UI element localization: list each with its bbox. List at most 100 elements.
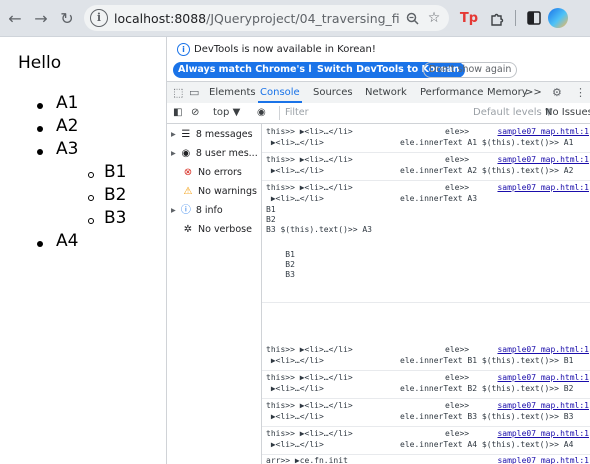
log-line[interactable]: this>> ▶<li>…</li>: [266, 127, 353, 136]
profile-avatar[interactable]: [548, 8, 568, 28]
sidebar-item-label: 8 info: [195, 205, 223, 216]
source-link[interactable]: sample07_map.html:1: [497, 429, 589, 438]
source-link[interactable]: sample07_map.html:1: [497, 401, 589, 410]
log-line[interactable]: this>> ▶<li>…</li>: [266, 183, 353, 192]
log-line[interactable]: this>> ▶<li>…</li>: [266, 429, 353, 438]
sidebar-item-label: No errors: [198, 167, 242, 178]
url-text[interactable]: localhost:8088/JQueryproject/04_traversi…: [114, 11, 399, 26]
more-options-icon[interactable]: ⋮: [575, 82, 586, 103]
verbose-icon: ✲: [183, 224, 193, 235]
reload-icon[interactable]: ↻: [56, 7, 78, 29]
console-sidebar: ▸ ☰ 8 messages ▸ ◉ 8 user mes... ⊗ No error…: [167, 124, 262, 464]
settings-gear-icon[interactable]: ⚙: [552, 82, 562, 103]
sidebar-item-user-messages[interactable]: ▸ ◉ 8 user mes...: [171, 146, 258, 162]
sidebar-item-verbose[interactable]: ✲ No verbose: [181, 222, 252, 238]
circle-bullet: [88, 172, 94, 178]
url-path: /JQueryproject/04_traversing_filtering/s…: [206, 10, 399, 26]
log-line[interactable]: ▶<li>…</li>: [266, 166, 324, 175]
log-line: B1: [266, 205, 276, 214]
zoom-icon[interactable]: [403, 9, 421, 27]
source-link[interactable]: sample07_map.html:1: [497, 456, 589, 464]
console-message: arr>> ▶ce.fn.init sample07_map.html:1: [262, 454, 590, 464]
log-line[interactable]: ▶<li>…</li>: [266, 384, 324, 393]
console-message: this>> ▶<li>…</li> ele>> sample07_map.ht…: [262, 152, 590, 181]
bullet: [37, 126, 43, 132]
log-line[interactable]: this>> ▶<li>…</li>: [266, 401, 353, 410]
console-message: this>> ▶<li>…</li> ele>> sample07_map.ht…: [262, 124, 590, 153]
sidebar-item-messages[interactable]: ▸ ☰ 8 messages: [171, 127, 253, 143]
forward-icon[interactable]: →: [30, 7, 52, 29]
log-line[interactable]: ▶<li>…</li>: [266, 412, 324, 421]
context-selector[interactable]: top ▼: [213, 103, 240, 123]
log-line[interactable]: ▶<li>…</li>: [266, 138, 324, 147]
console-message: this>> ▶<li>…</li> ele>> sample07_map.ht…: [262, 370, 590, 399]
log-line[interactable]: ▶<li>…</li>: [266, 356, 324, 365]
log-line[interactable]: ▶<li>…</li>: [266, 440, 324, 449]
list-item-a4: A4: [56, 231, 79, 251]
more-tabs-button[interactable]: >>: [525, 82, 542, 103]
console-toolbar: ◧ ⊘ top ▼ ◉ Filter Default levels ▼ No I…: [167, 103, 590, 124]
sidebar-item-warnings[interactable]: ⚠ No warnings: [181, 184, 257, 200]
source-link[interactable]: sample07_map.html:1: [497, 127, 589, 136]
tab-network[interactable]: Network: [365, 82, 407, 103]
bullet: [37, 241, 43, 247]
extension-tp-icon[interactable]: Tp: [455, 6, 483, 30]
log-line[interactable]: this>> ▶<li>…</li>: [266, 155, 353, 164]
device-toolbar-icon[interactable]: ▭: [189, 82, 199, 103]
dont-show-again-button[interactable]: Don't show again: [423, 62, 518, 78]
source-link[interactable]: sample07_map.html:1: [497, 155, 589, 164]
clear-console-icon[interactable]: ⊘: [191, 103, 199, 123]
source-link[interactable]: sample07_map.html:1: [497, 373, 589, 382]
console-message: this>> ▶<li>…</li> ele>> sample07_map.ht…: [262, 398, 590, 427]
log-line: B1: [266, 250, 295, 259]
log-line: ele.innerText A4 $(this).text()>> A4: [400, 440, 574, 449]
list-icon: ☰: [181, 129, 191, 140]
sidebar-item-label: 8 user mes...: [195, 148, 258, 159]
log-levels-dropdown[interactable]: Default levels ▼: [473, 103, 553, 123]
sidebar-item-label: No warnings: [198, 186, 257, 197]
log-line: ele.innerText A3: [400, 194, 478, 203]
console-message: this>> ▶<li>…</li> ele>> sample07_map.ht…: [262, 426, 590, 455]
issues-counter[interactable]: No Issues: [545, 103, 590, 123]
log-line: ele>>: [445, 183, 470, 192]
url-host: localhost:8088: [114, 10, 207, 26]
log-line[interactable]: this>> ▶<li>…</li>: [266, 373, 353, 382]
tab-console[interactable]: Console: [258, 82, 302, 103]
list-item-b3: B3: [104, 208, 127, 228]
log-line[interactable]: this>> ▶<li>…</li>: [266, 345, 353, 354]
extensions-puzzle-icon[interactable]: [483, 6, 511, 30]
source-link[interactable]: sample07_map.html:1: [497, 183, 589, 192]
log-line: ele>>: [445, 155, 470, 164]
tab-sources[interactable]: Sources: [313, 82, 353, 103]
address-bar[interactable]: i localhost:8088/JQueryproject/04_traver…: [84, 5, 449, 31]
language-notice: i DevTools is now available in Korean! A…: [167, 37, 590, 81]
bookmark-star-icon[interactable]: ☆: [425, 9, 443, 27]
list-item-a2: A2: [56, 116, 79, 136]
log-line[interactable]: ▶<li>…</li>: [266, 194, 324, 203]
browser-toolbar: ← → ↻ i localhost:8088/JQueryproject/04_…: [0, 0, 590, 37]
sidebar-toggle-icon[interactable]: ◧: [173, 103, 182, 123]
sidebar-item-errors[interactable]: ⊗ No errors: [181, 165, 242, 181]
list-item-a3: A3: [56, 139, 79, 159]
circle-bullet: [88, 195, 94, 201]
site-info-icon[interactable]: i: [90, 9, 108, 27]
sidebar-item-label: 8 messages: [195, 129, 253, 140]
live-expression-eye-icon[interactable]: ◉: [257, 103, 266, 123]
sidebar-item-info[interactable]: ▸ ⓘ 8 info: [171, 203, 223, 219]
log-line: ele.innerText A1 $(this).text()>> A1: [400, 138, 574, 147]
tab-performance[interactable]: Performance: [420, 82, 483, 103]
log-line: B2: [266, 260, 295, 269]
devtools-panel: i DevTools is now available in Korean! A…: [166, 37, 590, 464]
tab-memory[interactable]: Memory: [487, 82, 528, 103]
source-link[interactable]: sample07_map.html:1: [497, 345, 589, 354]
console-message: this>> ▶<li>…</li> ele>> sample07_map.ht…: [262, 342, 590, 371]
error-icon: ⊗: [183, 167, 193, 178]
inspect-element-icon[interactable]: ⬚: [173, 82, 183, 103]
tab-elements[interactable]: Elements: [209, 82, 256, 103]
side-panel-icon[interactable]: [520, 6, 548, 30]
info-icon: ⓘ: [180, 205, 191, 216]
log-line[interactable]: arr>> ▶ce.fn.init: [266, 456, 348, 464]
filter-input[interactable]: Filter: [279, 106, 465, 120]
back-icon[interactable]: ←: [4, 7, 26, 29]
bullet: [37, 103, 43, 109]
